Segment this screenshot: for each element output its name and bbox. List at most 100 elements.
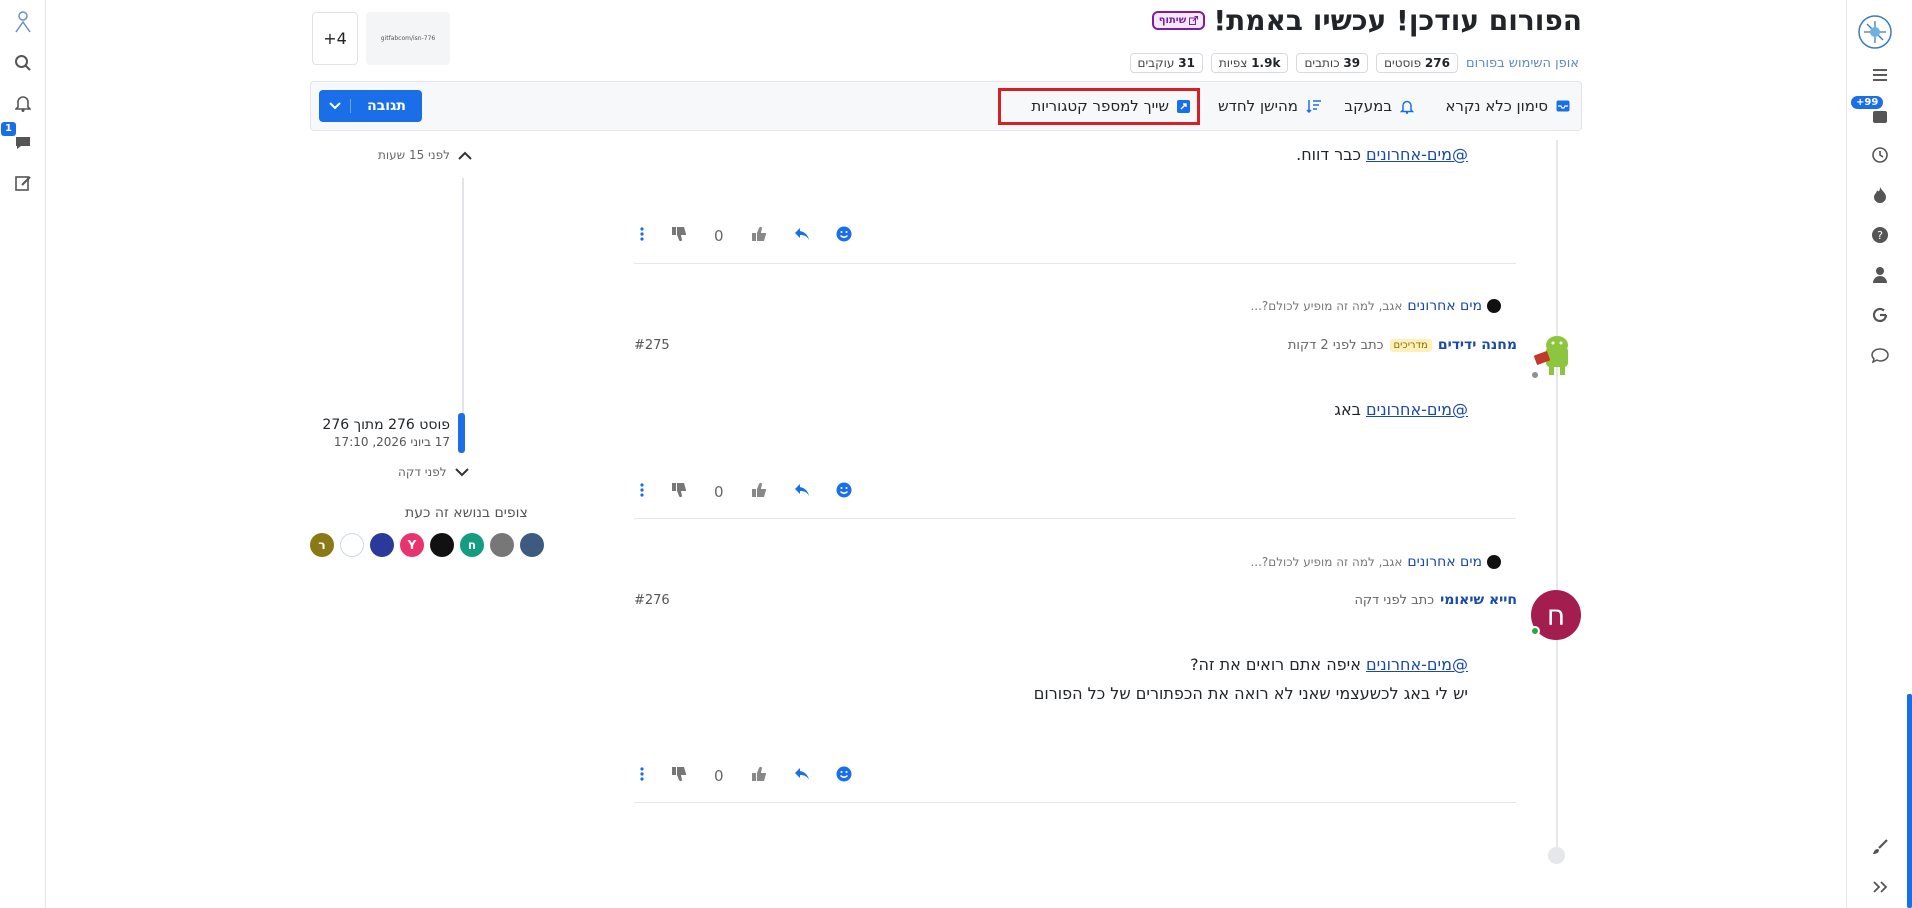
emoji-reaction-icon[interactable] <box>836 766 852 786</box>
stat-writers: 39 כותבים <box>1296 53 1369 73</box>
reply-button[interactable]: תגובה <box>319 90 422 122</box>
viewer-avatar[interactable] <box>520 533 544 557</box>
post-header: חייא שיאומי כתב לפני דקה <box>1354 592 1517 608</box>
post-divider <box>634 263 1516 264</box>
collapse-sidebar-icon[interactable] <box>1867 874 1893 900</box>
stat-posts: 276 פוסטים <box>1376 53 1458 73</box>
mention-link[interactable]: @מים-אחרונים <box>1366 655 1468 674</box>
left-sidebar: 1 <box>0 0 46 908</box>
chevron-up-icon[interactable] <box>458 151 472 160</box>
stat-posts-label: פוסטים <box>1384 56 1422 70</box>
viewer-avatar[interactable] <box>370 533 394 557</box>
reply-to-name[interactable]: מים אחרונים <box>1407 554 1482 570</box>
logo-icon[interactable] <box>10 10 36 36</box>
scrubber-bottom[interactable]: לפני דקה <box>398 465 469 479</box>
chat-count-badge: 1 <box>1 122 16 136</box>
group-badge[interactable]: מדריכים <box>1389 338 1432 352</box>
menu-icon[interactable] <box>1867 62 1893 88</box>
clock-icon[interactable] <box>1867 142 1893 168</box>
more-options-icon[interactable] <box>640 227 644 245</box>
usage-link[interactable]: אופן השימוש בפורום <box>1466 56 1579 71</box>
mention-link[interactable]: @מים-אחרונים <box>1366 145 1468 164</box>
share-badge-label: שיתוף <box>1158 15 1187 26</box>
stat-followers: 31 עוקבים <box>1129 53 1203 73</box>
post-divider <box>634 518 1516 519</box>
post-actions: 0 <box>640 481 852 503</box>
reply-icon[interactable] <box>794 767 810 785</box>
post-divider <box>634 802 1516 803</box>
sort-button[interactable]: מהישן לחדש <box>1218 97 1322 115</box>
help-icon[interactable]: ? <box>1867 222 1893 248</box>
more-thumbnails-button[interactable]: +4 <box>312 12 358 65</box>
viewer-avatar[interactable] <box>340 533 364 557</box>
mention-link[interactable]: @מים-אחרונים <box>1366 400 1468 419</box>
stat-posts-value: 276 <box>1424 56 1450 70</box>
post-author[interactable]: מחנה ידידים <box>1438 337 1517 353</box>
topic-title: הפורום עודכן! עכשיו באמת! שיתוף <box>1151 4 1582 37</box>
brush-icon[interactable] <box>1867 834 1893 860</box>
fire-icon[interactable] <box>1867 182 1893 208</box>
thumbs-down-icon[interactable] <box>670 765 688 787</box>
reply-to-indicator[interactable]: מים אחרונים אגב, למה זה מופיע לכולם?... <box>1250 554 1501 570</box>
reply-icon[interactable] <box>794 227 810 245</box>
scrubber-top[interactable]: לפני 15 שעות <box>378 148 472 162</box>
chevron-down-icon[interactable] <box>454 467 469 477</box>
vote-count: 0 <box>714 767 724 785</box>
viewer-avatar[interactable] <box>430 533 454 557</box>
post-text: יש לי באג לכשעצמי שאני לא רואה את הכפתור… <box>1033 684 1468 703</box>
topic-thumbnail[interactable]: gitfabcom/isn-776 <box>366 12 450 65</box>
stat-followers-value: 31 <box>1178 56 1195 70</box>
page-scrollbar[interactable] <box>1907 694 1912 908</box>
thumbs-up-icon[interactable] <box>750 765 768 787</box>
mark-unread-label: סימון כלא נקרא <box>1445 97 1548 115</box>
viewers-list: רYח <box>310 533 544 557</box>
sort-icon <box>1306 100 1321 113</box>
viewer-avatar[interactable]: Y <box>400 533 424 557</box>
highlight-box <box>998 88 1200 125</box>
more-options-icon[interactable] <box>640 483 644 501</box>
viewer-avatar[interactable]: ר <box>310 533 334 557</box>
comments-icon[interactable] <box>1867 342 1893 368</box>
scrubber-position: פוסט 276 מתוך 276 17 ביוני 2026, 17:10 <box>300 417 450 449</box>
google-icon[interactable] <box>1867 302 1893 328</box>
thumbs-down-icon[interactable] <box>670 481 688 503</box>
share-badge[interactable]: שיתוף <box>1151 11 1206 30</box>
more-options-icon[interactable] <box>640 767 644 785</box>
reply-to-name[interactable]: מים אחרונים <box>1407 298 1482 314</box>
post-author[interactable]: חייא שיאומי <box>1440 592 1517 608</box>
scrubber-track[interactable] <box>462 178 464 418</box>
emoji-reaction-icon[interactable] <box>836 226 852 246</box>
emoji-reaction-icon[interactable] <box>836 482 852 502</box>
compose-icon[interactable] <box>10 170 36 196</box>
post-number[interactable]: #275 <box>634 338 670 353</box>
post-content: @מים-אחרונים איפה אתם רואים את זה? <box>1190 655 1468 674</box>
post-number[interactable]: #276 <box>634 593 670 608</box>
post-content: @מים-אחרונים כבר דווח. <box>1296 145 1468 164</box>
user-icon[interactable] <box>1867 262 1893 288</box>
reply-to-indicator[interactable]: מים אחרונים אגב, למה זה מופיע לכולם?... <box>1250 298 1501 314</box>
search-icon[interactable] <box>10 50 36 76</box>
viewer-avatar[interactable]: ח <box>460 533 484 557</box>
reply-to-avatar <box>1487 555 1501 569</box>
thumbs-down-icon[interactable] <box>670 225 688 247</box>
brand-logo-icon[interactable] <box>1855 12 1895 52</box>
mark-unread-button[interactable]: סימון כלא נקרא <box>1445 97 1570 115</box>
post-time[interactable]: כתב לפני 2 דקות <box>1288 338 1384 353</box>
scrubber-handle[interactable] <box>458 413 465 453</box>
bell-icon <box>1400 100 1414 114</box>
viewer-avatar[interactable] <box>490 533 514 557</box>
thumbs-up-icon[interactable] <box>750 481 768 503</box>
stat-views-label: צפיות <box>1218 56 1248 70</box>
post-text: באג <box>1334 400 1367 419</box>
scrubber-bottom-time: לפני דקה <box>398 465 447 479</box>
scrubber-date: 17 ביוני 2026, 17:10 <box>333 435 450 449</box>
external-link-icon <box>1189 16 1199 25</box>
thumbs-up-icon[interactable] <box>750 225 768 247</box>
more-count: +4 <box>323 29 347 48</box>
bell-icon[interactable] <box>10 90 36 116</box>
post-time[interactable]: כתב לפני דקה <box>1354 593 1434 608</box>
chevron-down-icon[interactable] <box>319 99 351 113</box>
tracking-label: במעקב <box>1344 97 1392 115</box>
reply-icon[interactable] <box>794 483 810 501</box>
tracking-button[interactable]: במעקב <box>1344 97 1414 115</box>
